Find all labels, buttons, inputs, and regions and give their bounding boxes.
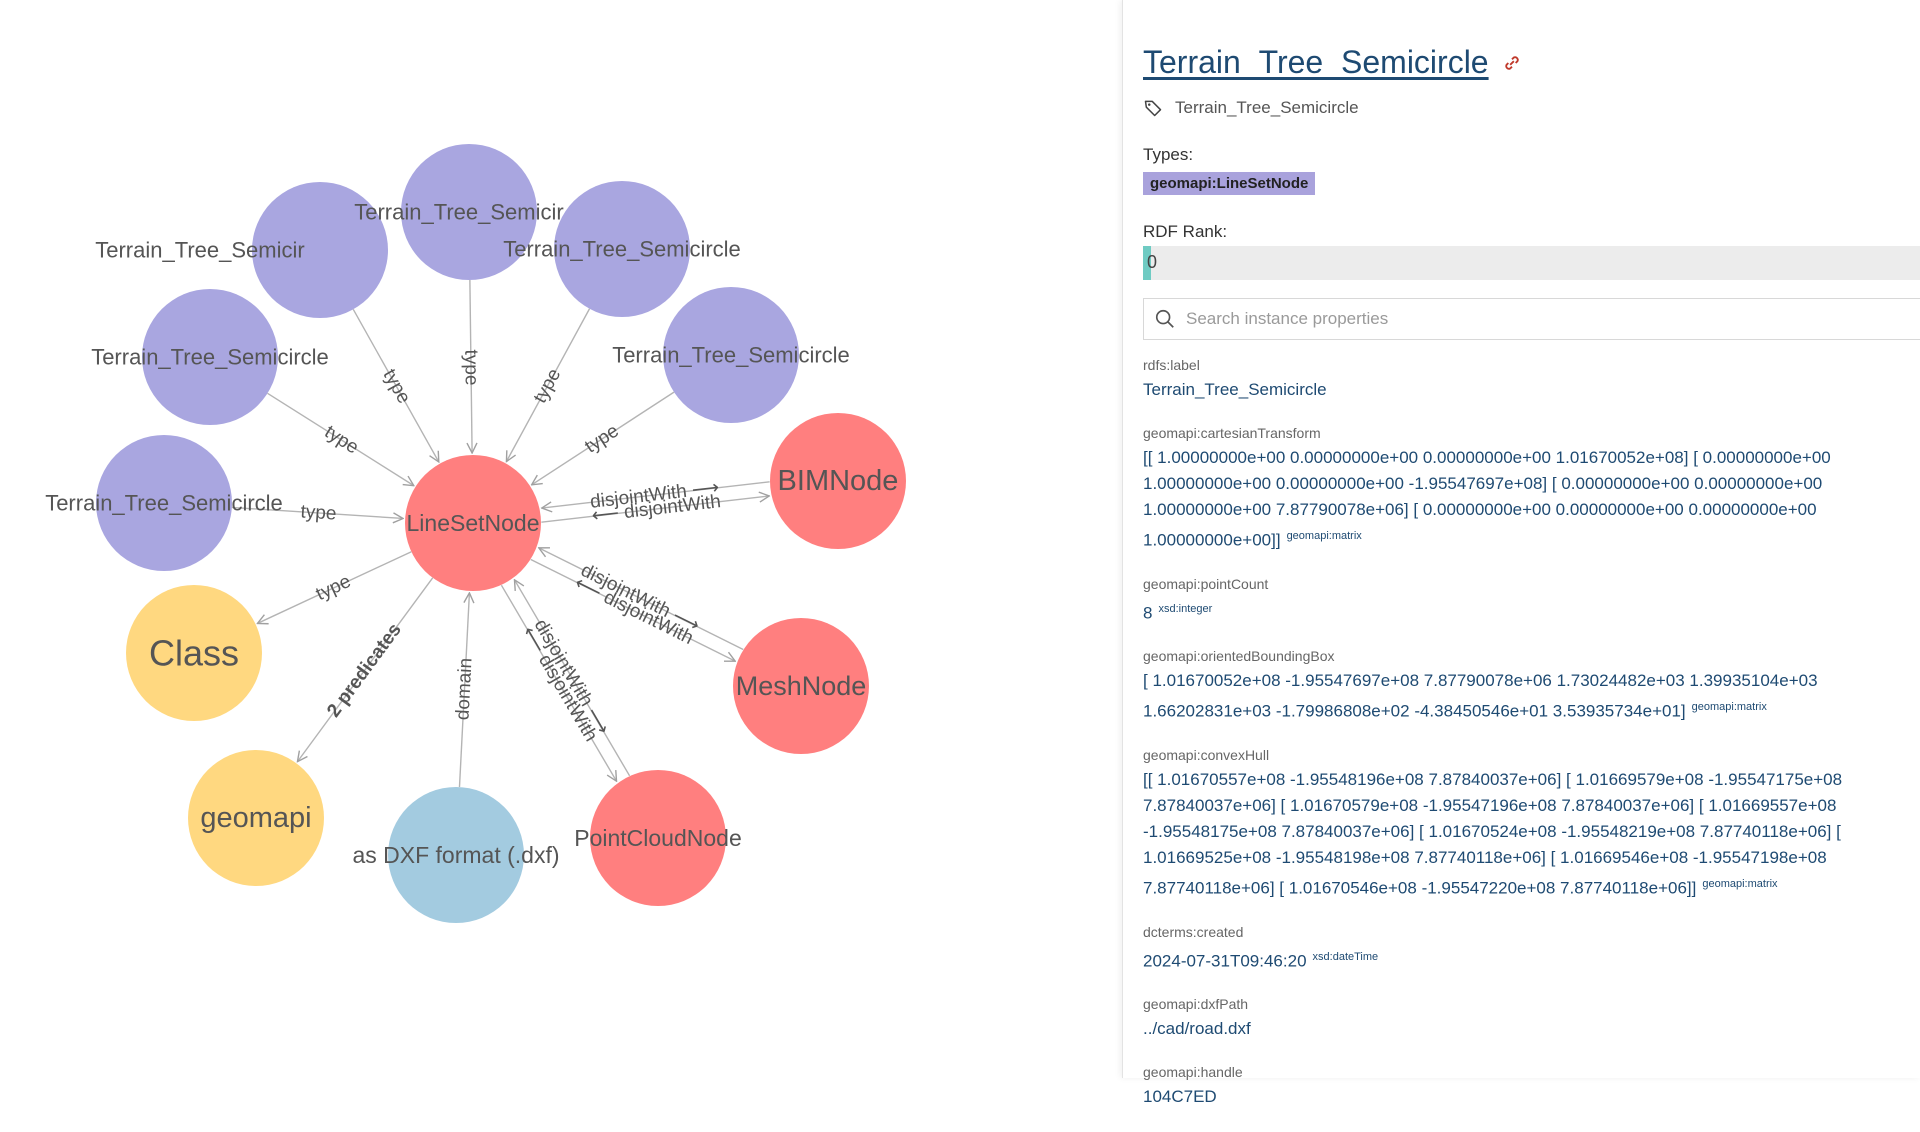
title-row: Terrain_Tree_Semicircle [1143, 44, 1523, 81]
graph-node-label: Terrain_Tree_Semicircle [45, 491, 283, 516]
property-item: rdfs:label Terrain_Tree_Semicircle [1143, 357, 1871, 403]
tag-icon [1144, 100, 1162, 117]
property-value: ../cad/road.dxf [1143, 1016, 1871, 1042]
property-value-text: 2024-07-31T09:46:20 [1143, 951, 1307, 971]
property-datatype[interactable]: xsd:integer [1158, 603, 1212, 615]
property-key[interactable]: geomapi:orientedBoundingBox [1143, 648, 1871, 664]
graph-node-label: Terrain_Tree_Semicircle [91, 345, 329, 370]
property-value-text: 104C7ED [1143, 1087, 1217, 1107]
property-key[interactable]: dcterms:created [1143, 924, 1871, 940]
property-value: [[ 1.01670557e+08 -1.95548196e+08 7.8784… [1143, 767, 1871, 902]
property-item: geomapi:convexHull [[ 1.01670557e+08 -1.9… [1143, 747, 1871, 902]
property-value: [[ 1.00000000e+00 0.00000000e+00 0.00000… [1143, 445, 1871, 554]
graph-node-label: Terrain_Tree_Semicircle [503, 237, 741, 262]
edge-label: type [530, 365, 566, 407]
edge-label: type [313, 571, 354, 605]
resource-title[interactable]: Terrain_Tree_Semicircle [1143, 44, 1489, 81]
property-value: Terrain_Tree_Semicircle [1143, 377, 1871, 403]
property-item: geomapi:cartesianTransform [[ 1.00000000e… [1143, 425, 1871, 554]
graph-view[interactable]: type type type type type type type 2 predicates… [0, 0, 1122, 1078]
edge-label: type [300, 501, 337, 524]
property-datatype[interactable]: geomapi:matrix [1702, 878, 1777, 890]
property-search [1143, 298, 1920, 340]
resource-label: Terrain_Tree_Semicircle [1175, 98, 1359, 117]
property-key[interactable]: geomapi:dxfPath [1143, 996, 1871, 1012]
graph-node-label: geomapi [200, 802, 311, 834]
property-value: 2024-07-31T09:46:20 xsd:dateTime [1143, 944, 1871, 975]
types-heading: Types: [1143, 145, 1194, 164]
graph-node-label: Terrain_Tree_Semicircle [612, 343, 850, 368]
edge-label: type [379, 366, 415, 408]
graph-node-label: Terrain_Tree_Semicir [354, 200, 563, 225]
rdf-rank-heading: RDF Rank: [1143, 222, 1228, 241]
property-value-text: ../cad/road.dxf [1143, 1019, 1251, 1039]
property-item: geomapi:orientedBoundingBox [ 1.01670052e… [1143, 648, 1871, 725]
property-key[interactable]: geomapi:pointCount [1143, 576, 1871, 592]
edge-label: type [460, 349, 481, 385]
property-value: 104C7ED [1143, 1084, 1871, 1110]
property-key[interactable]: rdfs:label [1143, 357, 1871, 373]
property-key[interactable]: geomapi:convexHull [1143, 747, 1871, 763]
property-value: 8 xsd:integer [1143, 596, 1871, 627]
property-value-text: Terrain_Tree_Semicircle [1143, 380, 1327, 399]
property-datatype[interactable]: geomapi:matrix [1692, 701, 1767, 713]
graph-canvas[interactable]: type type type type type type type 2 predicates… [0, 0, 1122, 1078]
edge-label: 2 predicates [323, 620, 406, 722]
graph-node-label: PointCloudNode [574, 825, 742, 851]
graph-node-label: Terrain_Tree_Semicir [95, 238, 304, 263]
property-item: geomapi:handle 104C7ED [1143, 1064, 1871, 1110]
graph-node-label: Class [149, 633, 239, 674]
search-input[interactable] [1184, 308, 1920, 330]
resource-label-row: Terrain_Tree_Semicircle [1143, 98, 1359, 118]
edge-label: type [321, 422, 363, 459]
property-datatype[interactable]: xsd:dateTime [1313, 951, 1379, 963]
graph-node-label: as DXF format (.dxf) [352, 842, 559, 868]
property-item: geomapi:pointCount 8 xsd:integer [1143, 576, 1871, 627]
rdf-rank-bar: 0 [1143, 246, 1920, 280]
link-icon[interactable] [1501, 52, 1523, 74]
property-item: dcterms:created 2024-07-31T09:46:20 xsd:da… [1143, 924, 1871, 975]
graph-node-label: BIMNode [778, 465, 899, 497]
graph-node-label: MeshNode [736, 671, 867, 701]
edge-label: type [581, 420, 623, 457]
property-value-text: 8 [1143, 603, 1153, 623]
search-icon [1155, 309, 1174, 328]
edge-label: domain [452, 657, 476, 720]
property-datatype[interactable]: geomapi:matrix [1287, 530, 1362, 542]
property-value: [ 1.01670052e+08 -1.95547697e+08 7.87790… [1143, 668, 1871, 725]
graph-node-label: LineSetNode [407, 510, 540, 536]
rdf-rank-value: 0 [1147, 252, 1158, 272]
property-item: geomapi:dxfPath ../cad/road.dxf [1143, 996, 1871, 1042]
property-value-text: [ 1.01670052e+08 -1.95547697e+08 7.87790… [1143, 671, 1818, 721]
instance-panel: Terrain_Tree_Semicircle Terrain_Tree_Sem… [1122, 0, 1920, 1106]
type-badge[interactable]: geomapi:LineSetNode [1143, 172, 1316, 195]
property-list: rdfs:label Terrain_Tree_Semicirclegeomapi… [1143, 357, 1871, 1132]
property-key[interactable]: geomapi:cartesianTransform [1143, 425, 1871, 441]
property-value-text: [[ 1.00000000e+00 0.00000000e+00 0.00000… [1143, 448, 1831, 550]
